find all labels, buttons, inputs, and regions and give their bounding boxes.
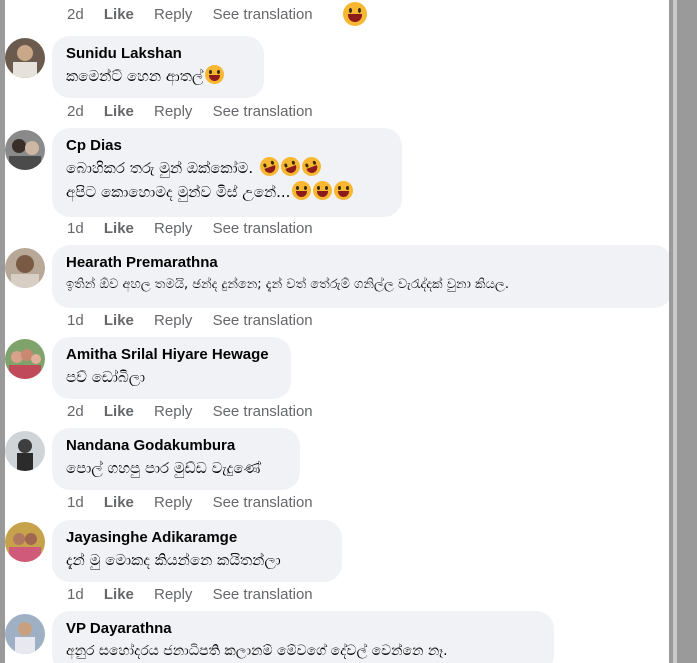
reply-button[interactable]: Reply xyxy=(154,103,192,120)
comment-actions: 1d Like Reply See translation xyxy=(67,312,329,329)
avatar[interactable] xyxy=(5,248,45,288)
like-button[interactable]: Like xyxy=(104,103,134,120)
avatar[interactable] xyxy=(5,614,45,654)
like-button[interactable]: Like xyxy=(104,586,134,603)
comment-author[interactable]: Nandana Godakumbura xyxy=(66,436,286,456)
see-translation-link[interactable]: See translation xyxy=(213,220,313,237)
comment-bubble: Nandana Godakumbura පොල් ගහපු පාර මුඩ්ඩ … xyxy=(52,428,300,490)
comment-time[interactable]: 1d xyxy=(67,220,84,237)
comment-time[interactable]: 1d xyxy=(67,312,84,329)
comment-actions: 2d Like Reply See translation xyxy=(67,6,329,23)
avatar[interactable] xyxy=(5,339,45,379)
comment-author[interactable]: Amitha Srilal Hiyare Hewage xyxy=(66,345,277,365)
comment-actions: 2d Like Reply See translation xyxy=(67,403,329,420)
avatar[interactable] xyxy=(5,431,45,471)
rolling-laughing-emoji-icon xyxy=(278,154,303,179)
see-translation-link[interactable]: See translation xyxy=(213,6,313,23)
reply-button[interactable]: Reply xyxy=(154,403,192,420)
comment-actions: 1d Like Reply See translation xyxy=(67,220,329,237)
reply-button[interactable]: Reply xyxy=(154,586,192,603)
comment-bubble: Cp Dias බොහිකර තරු මුන් ඔක්කෝම. අපිට කොහ… xyxy=(52,128,402,217)
see-translation-link[interactable]: See translation xyxy=(213,403,313,420)
reply-button[interactable]: Reply xyxy=(154,494,192,511)
scrollbar-track[interactable] xyxy=(673,0,677,663)
see-translation-link[interactable]: See translation xyxy=(213,103,313,120)
like-button[interactable]: Like xyxy=(104,6,134,23)
comment-author[interactable]: Jayasinghe Adikaramge xyxy=(66,528,328,548)
comment-actions: 2d Like Reply See translation xyxy=(67,103,329,120)
rolling-laughing-emoji-icon xyxy=(299,154,324,179)
comment-bubble: Jayasinghe Adikaramge දැන් මු මොකද කියන්… xyxy=(52,520,342,582)
avatar[interactable] xyxy=(5,130,45,170)
comment-bubble: Amitha Srilal Hiyare Hewage පව් ඩෝබිලා xyxy=(52,337,291,399)
comment-text: ඉතින් ඕව අහල තමයි, ඡන්ද දුන්නෙ; දැන් වත්… xyxy=(66,277,509,292)
like-button[interactable]: Like xyxy=(104,403,134,420)
comment-time[interactable]: 2d xyxy=(67,6,84,23)
comment-text: අනුර සහෝදරය ජනාධිපති කලානම් මේවගේ දේවල් … xyxy=(66,643,448,659)
comment-time[interactable]: 2d xyxy=(67,403,84,420)
laughing-emoji-icon xyxy=(343,2,367,26)
laughing-emoji-icon xyxy=(205,65,225,84)
comment-text: දැන් මු මොකද කියන්නෙ කයිතන්ලා xyxy=(66,551,281,569)
comments-feed: 2d Like Reply See translation Sunidu Lak… xyxy=(5,0,669,663)
comment-actions: 1d Like Reply See translation xyxy=(67,494,329,511)
like-button[interactable]: Like xyxy=(104,494,134,511)
comment-time[interactable]: 2d xyxy=(67,103,84,120)
comment-text: පොල් ගහපු පාර මුඩ්ඩ වැදුණේ xyxy=(66,459,261,477)
comment-text: අපිට කොහොමද මුන්ව මිස් උනේ... xyxy=(66,183,291,201)
avatar[interactable] xyxy=(5,522,45,562)
comment-actions: 1d Like Reply See translation xyxy=(67,586,329,603)
grinning-emoji-icon xyxy=(292,181,312,200)
see-translation-link[interactable]: See translation xyxy=(213,312,313,329)
rolling-laughing-emoji-icon xyxy=(257,154,282,179)
comment-text: පව් ඩෝබිලා xyxy=(66,368,146,386)
comment-author[interactable]: Sunidu Lakshan xyxy=(66,44,250,64)
comment-author[interactable]: Cp Dias xyxy=(66,136,388,156)
reply-button[interactable]: Reply xyxy=(154,220,192,237)
see-translation-link[interactable]: See translation xyxy=(213,586,313,603)
avatar[interactable] xyxy=(5,38,45,78)
reply-button[interactable]: Reply xyxy=(154,312,192,329)
comment-bubble: Hearath Premarathna ඉතින් ඕව අහල තමයි, ඡ… xyxy=(52,245,669,308)
comment-bubble: VP Dayarathna අනුර සහෝදරය ජනාධිපති කලානම… xyxy=(52,611,554,663)
like-button[interactable]: Like xyxy=(104,220,134,237)
comment-text: කමෙන්ට් හෙන ආතල් xyxy=(66,67,204,85)
comment-text: බොහිකර තරු මුන් ඔක්කෝම. xyxy=(66,159,254,177)
grinning-emoji-icon xyxy=(334,181,354,200)
comment-author[interactable]: VP Dayarathna xyxy=(66,619,540,639)
comment-time[interactable]: 1d xyxy=(67,494,84,511)
comment-bubble: Sunidu Lakshan කමෙන්ට් හෙන ආතල් xyxy=(52,36,264,98)
comment-time[interactable]: 1d xyxy=(67,586,84,603)
like-button[interactable]: Like xyxy=(104,312,134,329)
reply-button[interactable]: Reply xyxy=(154,6,192,23)
see-translation-link[interactable]: See translation xyxy=(213,494,313,511)
comment-author[interactable]: Hearath Premarathna xyxy=(66,253,658,273)
grinning-emoji-icon xyxy=(313,181,333,200)
